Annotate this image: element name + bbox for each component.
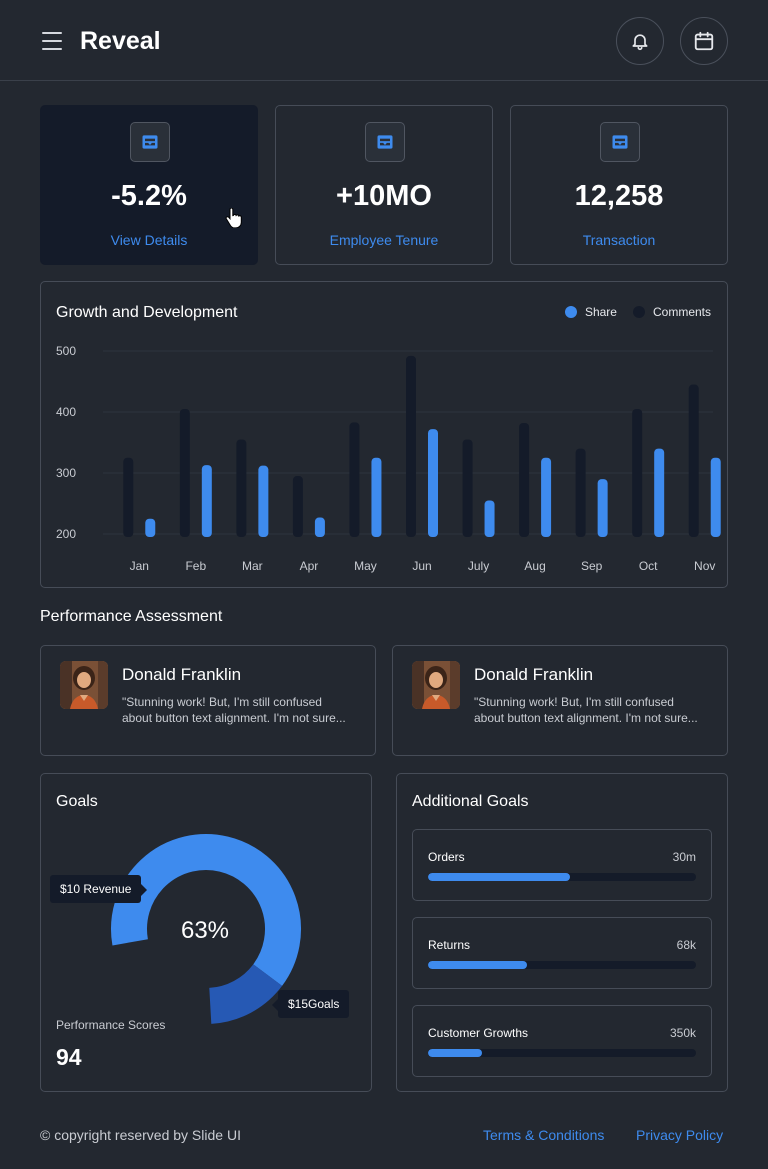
y-tick-label: 300	[56, 466, 76, 480]
progress-track	[428, 961, 696, 969]
revenue-tooltip: $10 Revenue	[50, 875, 148, 903]
progress-fill	[428, 961, 528, 969]
bar-comments[interactable]	[632, 408, 643, 537]
bar-share[interactable]	[258, 465, 269, 537]
stat-card-tenure[interactable]: +10MO Employee Tenure	[275, 105, 493, 265]
x-tick-label: Jun	[412, 559, 431, 573]
review-text: "Stunning work! But, I'm still confused …	[122, 695, 346, 725]
bar-comments[interactable]	[179, 408, 190, 537]
bar-comments[interactable]	[688, 384, 699, 537]
review-card[interactable]: Donald Franklin "Stunning work! But, I'm…	[392, 645, 728, 756]
calendar-icon	[694, 31, 714, 51]
bar-share[interactable]	[541, 457, 552, 537]
bar-comments[interactable]	[123, 457, 134, 537]
goals-arc-secondary	[208, 963, 283, 1024]
performance-title: Performance Assessment	[40, 608, 223, 625]
goals-tooltip-label: $15Goals	[288, 997, 340, 1011]
progress-fill	[428, 873, 571, 881]
goal-label: Orders	[428, 850, 465, 864]
goal-label: Customer Growths	[428, 1026, 529, 1040]
x-tick-label: Sep	[581, 559, 603, 573]
reviewer-name: Donald Franklin	[474, 665, 594, 684]
x-tick-label: Apr	[300, 559, 319, 573]
avatar	[60, 661, 108, 709]
calendar-button[interactable]	[680, 17, 728, 65]
additional-goals-title: Additional Goals	[412, 793, 529, 810]
hamburger-menu-icon[interactable]	[42, 32, 62, 50]
bar-comments[interactable]	[236, 439, 247, 537]
x-tick-label: Nov	[694, 559, 715, 573]
bar-share[interactable]	[314, 517, 325, 537]
progress-fill	[428, 1049, 482, 1057]
performance-scores-label: Performance Scores	[56, 1018, 166, 1032]
x-tick-label: Oct	[639, 559, 658, 573]
goal-item-orders[interactable]: Orders 30m	[412, 829, 712, 901]
goal-label: Returns	[428, 938, 471, 952]
bar-comments[interactable]	[406, 355, 416, 537]
bar-share[interactable]	[484, 500, 495, 537]
bar-share[interactable]	[428, 429, 438, 537]
x-tick-label: May	[354, 559, 377, 573]
additional-goals-panel: Additional Goals Orders 30m Returns 68k …	[396, 773, 728, 1092]
inbox-icon	[365, 122, 405, 162]
bar-comments[interactable]	[349, 422, 360, 537]
bar-comments[interactable]	[575, 448, 586, 537]
bar-share[interactable]	[597, 479, 608, 537]
y-tick-label: 500	[56, 344, 76, 358]
bar-comments[interactable]	[519, 422, 530, 537]
avatar	[412, 661, 460, 709]
reviewer-name: Donald Franklin	[122, 665, 242, 684]
terms-link[interactable]: Terms & Conditions	[483, 1127, 604, 1143]
bar-comments[interactable]	[292, 476, 303, 537]
app-title: Reveal	[80, 27, 161, 55]
bar-chart: 500 400 300 200 Jan Feb Mar Apr May Jun July Aug Sep…	[56, 344, 721, 573]
progress-track	[428, 873, 696, 881]
goal-value: 30m	[672, 850, 696, 864]
goals-percent: 63%	[180, 917, 230, 944]
bar-share[interactable]	[371, 457, 382, 537]
bell-icon	[632, 34, 648, 51]
bar-comments[interactable]	[462, 439, 473, 537]
bar-share[interactable]	[654, 448, 665, 537]
x-tick-label: Feb	[185, 559, 206, 573]
stat-card-transaction[interactable]: 12,258 Transaction	[510, 105, 728, 265]
stat-value: 12,258	[574, 180, 664, 212]
inbox-icon	[130, 122, 170, 162]
goal-value: 350k	[669, 1026, 696, 1040]
review-text: "Stunning work! But, I'm still confused …	[474, 695, 698, 725]
x-tick-label: Mar	[242, 559, 263, 573]
bar-share[interactable]	[201, 465, 212, 537]
goal-item-customer-growths[interactable]: Customer Growths 350k	[412, 1005, 712, 1077]
performance-scores-value: 94	[56, 1044, 82, 1070]
privacy-link[interactable]: Privacy Policy	[636, 1127, 723, 1143]
top-bar: Reveal	[0, 0, 768, 81]
y-tick-label: 200	[56, 527, 76, 541]
goal-value: 68k	[676, 938, 696, 952]
bar-share[interactable]	[145, 518, 156, 537]
goals-panel: Goals 63% $10 Revenue $15Goals Performan…	[40, 773, 372, 1092]
review-card[interactable]: Donald Franklin "Stunning work! But, I'm…	[40, 645, 376, 756]
inbox-icon	[600, 122, 640, 162]
transaction-link[interactable]: Transaction	[511, 232, 727, 248]
growth-chart-panel: Growth and Development Share Comments 50…	[40, 281, 728, 588]
view-details-link[interactable]: View Details	[41, 232, 257, 248]
x-tick-label: July	[468, 559, 489, 573]
progress-track	[428, 1049, 696, 1057]
y-tick-label: 400	[56, 405, 76, 419]
bar-share[interactable]	[710, 457, 721, 537]
goal-item-returns[interactable]: Returns 68k	[412, 917, 712, 989]
x-tick-label: Aug	[524, 559, 545, 573]
copyright-text: © copyright reserved by Slide UI	[40, 1127, 241, 1143]
revenue-tooltip-label: $10 Revenue	[60, 882, 132, 896]
stat-card-change[interactable]: -5.2% View Details	[40, 105, 258, 265]
notifications-button[interactable]	[616, 17, 664, 65]
employee-tenure-link[interactable]: Employee Tenure	[276, 232, 492, 248]
x-tick-label: Jan	[130, 559, 149, 573]
goals-tooltip: $15Goals	[272, 990, 350, 1018]
goals-arc-primary	[111, 834, 301, 986]
hand-pointer-cursor-icon	[225, 208, 242, 228]
stat-value: +10MO	[336, 180, 432, 212]
